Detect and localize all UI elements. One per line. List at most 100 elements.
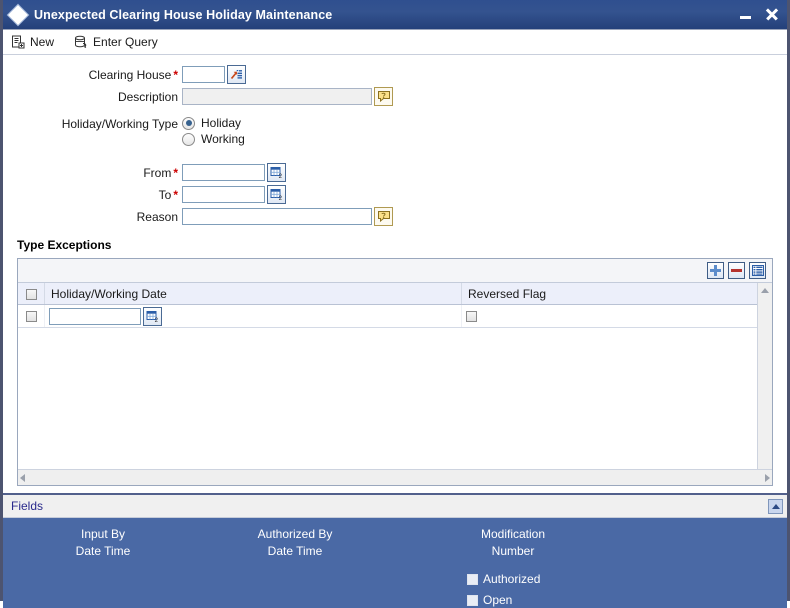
row-calendar-button[interactable]: 2 bbox=[143, 306, 162, 326]
close-button[interactable] bbox=[763, 6, 779, 24]
collapse-up-button[interactable] bbox=[768, 498, 783, 514]
authorized-checkbox-label: Authorized bbox=[483, 572, 541, 586]
to-input[interactable] bbox=[182, 186, 265, 203]
exceptions-table: Holiday/Working Date Reversed Flag 2 bbox=[18, 283, 772, 328]
form-area: Clearing House * Description Holiday/Wor… bbox=[3, 55, 787, 226]
grid-toolbar bbox=[18, 259, 772, 283]
authorized-by-datetime-label: Date Time bbox=[267, 544, 323, 558]
from-calendar-button[interactable]: 2 bbox=[267, 163, 286, 182]
svg-text:2: 2 bbox=[154, 318, 158, 323]
description-label: Description bbox=[117, 89, 178, 104]
reversed-flag-cell bbox=[461, 304, 772, 328]
minimize-button[interactable] bbox=[737, 6, 753, 24]
description-input[interactable] bbox=[182, 88, 372, 105]
new-button[interactable]: New bbox=[11, 35, 54, 49]
clearing-house-label: Clearing House * bbox=[88, 67, 178, 82]
fields-link[interactable]: Fields bbox=[11, 499, 43, 513]
radio-option-working[interactable]: Working bbox=[182, 132, 245, 146]
diamond-icon bbox=[8, 4, 28, 25]
comment-bubble-icon bbox=[377, 91, 390, 103]
description-comment-button[interactable] bbox=[374, 87, 393, 106]
holiday-working-type-label: Holiday/Working Type bbox=[61, 117, 178, 131]
open-checkbox[interactable] bbox=[467, 594, 478, 606]
grid-horizontal-scrollbar[interactable] bbox=[18, 469, 772, 485]
select-all-header[interactable] bbox=[18, 283, 45, 305]
plus-icon bbox=[710, 265, 721, 276]
radio-holiday-icon[interactable] bbox=[182, 116, 195, 130]
reason-comment-button[interactable] bbox=[374, 207, 393, 226]
database-query-icon bbox=[75, 35, 87, 48]
column-header-holiday-working-date[interactable]: Holiday/Working Date bbox=[44, 283, 462, 305]
authorized-by-label: Authorized By bbox=[257, 527, 333, 541]
close-icon bbox=[765, 8, 778, 21]
radio-working-icon[interactable] bbox=[182, 132, 195, 146]
clearing-house-input[interactable] bbox=[182, 66, 225, 83]
toolbar: New Enter Query bbox=[3, 30, 787, 55]
radio-holiday-label: Holiday bbox=[201, 116, 242, 130]
open-checkbox-row[interactable]: Open bbox=[467, 593, 667, 607]
reason-input[interactable] bbox=[182, 208, 372, 225]
new-button-label: New bbox=[30, 35, 55, 49]
authorized-checkbox[interactable] bbox=[467, 573, 478, 585]
scroll-up-button[interactable] bbox=[758, 283, 772, 297]
row-select-checkbox[interactable] bbox=[25, 311, 37, 323]
required-marker: * bbox=[173, 187, 178, 202]
new-document-icon bbox=[12, 35, 25, 49]
add-row-button[interactable] bbox=[707, 262, 724, 279]
from-input[interactable] bbox=[182, 164, 265, 181]
row-select-cell[interactable] bbox=[18, 304, 45, 328]
holiday-working-date-cell: 2 bbox=[44, 304, 462, 328]
required-marker: * bbox=[173, 67, 178, 82]
holiday-working-type-group: Holiday Working bbox=[182, 116, 245, 148]
radio-working-label: Working bbox=[201, 132, 245, 146]
select-all-checkbox[interactable] bbox=[25, 288, 37, 300]
clearing-house-lov-button[interactable] bbox=[227, 65, 246, 84]
application-window: Unexpected Clearing House Holiday Mainte… bbox=[0, 0, 790, 608]
window-title: Unexpected Clearing House Holiday Mainte… bbox=[34, 7, 333, 22]
clearing-house-row: Clearing House * bbox=[3, 65, 787, 84]
list-of-values-icon bbox=[230, 70, 242, 80]
grid-body: Holiday/Working Date Reversed Flag 2 bbox=[18, 283, 772, 469]
grid-view-button[interactable] bbox=[749, 262, 766, 279]
open-checkbox-label: Open bbox=[483, 593, 513, 607]
column-header-reversed-flag[interactable]: Reversed Flag bbox=[461, 283, 772, 305]
audit-footer: Input By Date Time Authorized By Date Ti… bbox=[3, 518, 787, 608]
to-label: To * bbox=[158, 187, 178, 202]
input-by-label: Input By bbox=[80, 527, 126, 541]
holiday-working-type-row: Holiday/Working Type Holiday Working bbox=[3, 116, 787, 148]
number-label: Number bbox=[491, 544, 535, 558]
to-calendar-button[interactable]: 2 bbox=[267, 185, 286, 204]
scroll-right-arrow-icon[interactable] bbox=[765, 473, 770, 482]
input-by-datetime-label: Date Time bbox=[75, 544, 131, 558]
input-by-block: Input By Date Time bbox=[3, 526, 203, 560]
enter-query-button[interactable]: Enter Query bbox=[74, 35, 158, 49]
calendar-icon: 2 bbox=[146, 310, 158, 323]
svg-text:2: 2 bbox=[278, 174, 282, 179]
required-marker: * bbox=[173, 165, 178, 180]
calendar-icon: 2 bbox=[270, 189, 282, 201]
comment-bubble-icon bbox=[377, 211, 390, 223]
scroll-left-arrow-icon[interactable] bbox=[20, 473, 25, 482]
type-exceptions-title: Type Exceptions bbox=[17, 238, 112, 252]
enter-query-button-label: Enter Query bbox=[93, 35, 158, 49]
modification-label: Modification bbox=[480, 527, 546, 541]
reason-row: Reason bbox=[3, 207, 787, 226]
grid-vertical-scrollbar[interactable] bbox=[757, 283, 772, 469]
table-header-row: Holiday/Working Date Reversed Flag bbox=[18, 283, 772, 305]
collapse-up-icon bbox=[771, 503, 780, 509]
from-row: From * 2 bbox=[3, 163, 787, 182]
minus-icon bbox=[731, 269, 742, 272]
calendar-icon: 2 bbox=[270, 167, 282, 179]
holiday-working-date-input[interactable] bbox=[49, 307, 141, 325]
type-exceptions-grid: Holiday/Working Date Reversed Flag 2 bbox=[17, 258, 773, 486]
radio-option-holiday[interactable]: Holiday bbox=[182, 116, 245, 130]
svg-text:2: 2 bbox=[278, 196, 282, 201]
description-row: Description bbox=[3, 87, 787, 106]
authorized-checkbox-row[interactable]: Authorized bbox=[467, 572, 667, 586]
reversed-flag-checkbox[interactable] bbox=[466, 311, 477, 323]
reason-label: Reason bbox=[136, 209, 178, 224]
from-label: From * bbox=[143, 165, 178, 180]
authorized-by-block: Authorized By Date Time bbox=[195, 526, 395, 560]
remove-row-button[interactable] bbox=[728, 262, 745, 279]
scroll-up-arrow-icon bbox=[761, 287, 769, 293]
